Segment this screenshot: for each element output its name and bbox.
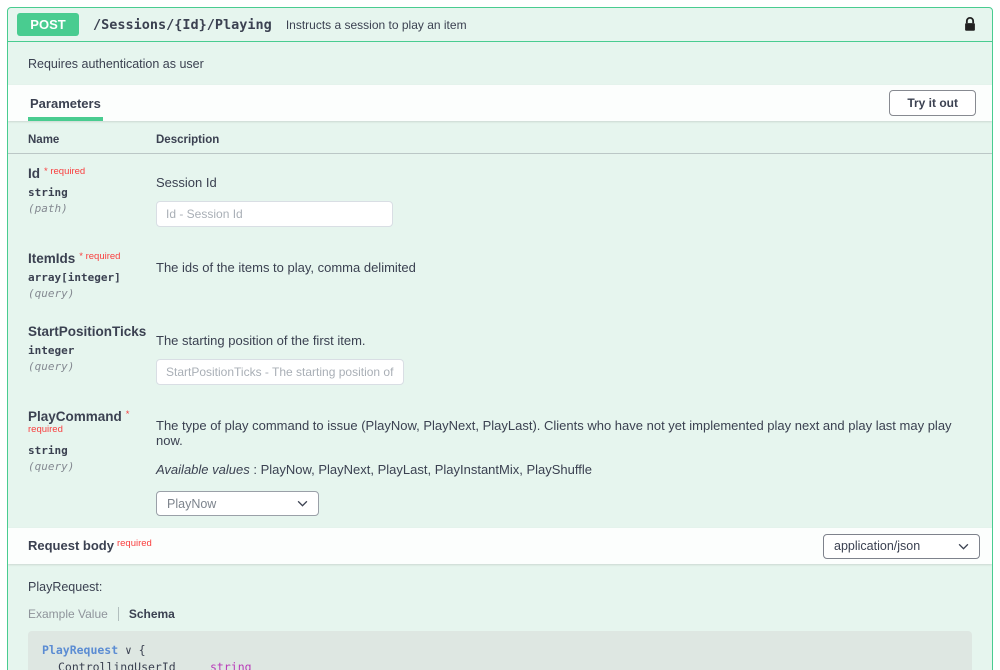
required-marker: required	[117, 538, 152, 549]
schema-model-title[interactable]: PlayRequest	[42, 643, 118, 657]
param-description: Session Id	[156, 175, 972, 190]
startpositionticks-input[interactable]	[156, 359, 404, 385]
param-description: The type of play command to issue (PlayN…	[156, 418, 972, 448]
param-type: integer	[28, 344, 156, 357]
id-input[interactable]	[156, 201, 393, 227]
param-type: string	[28, 186, 156, 199]
param-name: Id* required	[28, 166, 156, 181]
param-row-itemids: ItemIds* required array[integer] (query)…	[8, 239, 992, 312]
param-row-playcommand: PlayCommand* required string (query) The…	[8, 397, 992, 528]
chevron-down-icon	[297, 500, 308, 507]
request-body-section-header: Request bodyrequired application/json	[8, 528, 992, 564]
request-body-title: Request body	[28, 538, 114, 553]
chevron-down-icon	[958, 543, 969, 550]
schema-property: ControllingUserIdstring	[42, 659, 958, 670]
param-name: StartPositionTicks	[28, 324, 156, 339]
http-method-badge: POST	[17, 13, 79, 36]
param-location: (query)	[28, 460, 156, 473]
tab-example-value[interactable]: Example Value	[28, 607, 119, 621]
param-location: (query)	[28, 360, 156, 373]
request-body-content: PlayRequest: Example Value Schema PlayRe…	[8, 564, 992, 670]
column-header-description: Description	[156, 134, 972, 146]
required-marker: * required	[79, 251, 120, 262]
column-header-name: Name	[28, 134, 156, 146]
param-row-id: Id* required string (path) Session Id	[8, 154, 992, 239]
model-toggle-icon[interactable]: ∨	[125, 644, 132, 657]
param-location: (path)	[28, 202, 156, 215]
parameters-table-header: Name Description	[8, 121, 992, 154]
tab-schema[interactable]: Schema	[129, 607, 175, 621]
model-name: PlayRequest:	[28, 580, 972, 594]
endpoint-path: /Sessions/{Id}/Playing	[93, 17, 272, 33]
auth-requirement-note: Requires authentication as user	[8, 42, 992, 85]
endpoint-summary-text: Instructs a session to play an item	[286, 18, 467, 32]
model-tabs: Example Value Schema	[28, 607, 972, 621]
param-type: string	[28, 444, 156, 457]
swagger-page: POST /Sessions/{Id}/Playing Instructs a …	[0, 0, 1000, 670]
authorize-lock-button[interactable]	[957, 14, 983, 35]
available-values: Available values : PlayNow, PlayNext, Pl…	[156, 462, 972, 477]
endpoint-summary-header[interactable]: POST /Sessions/{Id}/Playing Instructs a …	[8, 8, 992, 42]
playcommand-select[interactable]: PlayNow	[156, 491, 319, 516]
param-type: array[integer]	[28, 271, 156, 284]
param-location: (query)	[28, 287, 156, 300]
param-name: PlayCommand* required	[28, 409, 156, 439]
required-marker: * required	[44, 166, 85, 177]
try-it-out-button[interactable]: Try it out	[889, 90, 976, 116]
param-description: The ids of the items to play, comma deli…	[156, 260, 972, 275]
content-type-select[interactable]: application/json	[823, 534, 980, 559]
param-name: ItemIds* required	[28, 251, 156, 266]
parameters-section-header: Parameters Try it out	[8, 85, 992, 121]
endpoint-block: POST /Sessions/{Id}/Playing Instructs a …	[7, 7, 993, 670]
schema-box: PlayRequest ∨ { ControllingUserIdstring …	[28, 631, 972, 670]
param-description: The starting position of the first item.	[156, 333, 972, 348]
tab-parameters[interactable]: Parameters	[28, 86, 103, 121]
param-row-startpositionticks: StartPositionTicks integer (query) The s…	[8, 312, 992, 397]
lock-icon	[963, 16, 977, 33]
